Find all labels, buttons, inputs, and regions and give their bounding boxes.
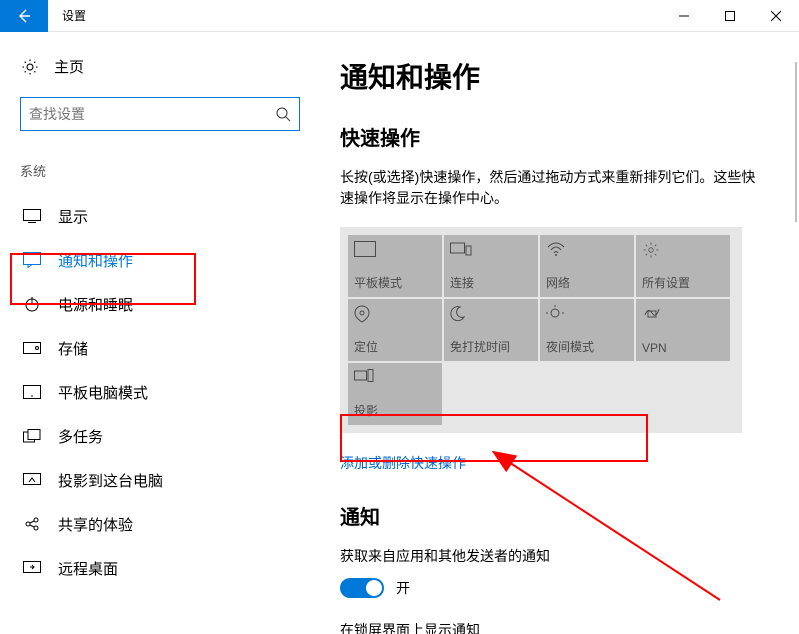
sidebar: 主页 系统 显示 通知和操作 电源和睡眠 存储 [0,32,310,634]
vertical-scrollbar[interactable] [787,32,799,634]
nav-label: 通知和操作 [58,250,133,271]
tile-label: 网络 [546,274,628,291]
notifications-desc: 获取来自应用和其他发送者的通知 [340,546,769,566]
tiles-grid: 平板模式 连接 网络 所有设置 定位 [348,235,734,425]
nav-item-shared[interactable]: 共享的体验 [20,502,310,546]
search-input[interactable] [20,97,300,131]
tile-label: 所有设置 [642,274,724,291]
power-icon [22,294,42,314]
section-label: 系统 [20,161,310,180]
tile-label: 免打扰时间 [450,338,532,355]
gear-icon [20,57,40,77]
nav-item-display[interactable]: 显示 [20,194,310,238]
network-icon [546,241,628,261]
tile-vpn[interactable]: VPN [636,299,730,361]
home-label: 主页 [54,56,84,77]
nav-item-tablet[interactable]: 平板电脑模式 [20,370,310,414]
maximize-button[interactable] [707,0,753,32]
notifications-toggle[interactable] [340,578,384,598]
nav-label: 多任务 [58,426,103,447]
nav-label: 投影到这台电脑 [58,470,163,491]
connect-icon [450,241,532,261]
close-button[interactable] [753,0,799,32]
tile-label: 平板模式 [354,274,436,291]
minimize-button[interactable] [661,0,707,32]
notifications-icon [22,250,42,270]
tile-all-settings[interactable]: 所有设置 [636,235,730,297]
location-icon [354,305,436,325]
nav-item-project[interactable]: 投影到这台电脑 [20,458,310,502]
add-remove-quick-actions-link[interactable]: 添加或删除快速操作 [340,453,466,473]
nav-label: 电源和睡眠 [58,294,133,315]
scrollbar-thumb[interactable] [795,62,797,222]
window-controls [661,0,799,32]
tile-network[interactable]: 网络 [540,235,634,297]
storage-icon [22,338,42,358]
back-arrow-icon [16,8,32,24]
tile-label: VPN [642,341,724,355]
window-title: 设置 [48,7,86,24]
toggle-label: 开 [396,578,410,598]
multitask-icon [22,426,42,446]
nav-label: 平板电脑模式 [58,382,148,403]
tile-night-light[interactable]: 夜间模式 [540,299,634,361]
tile-project[interactable]: 投影 [348,363,442,425]
tile-tablet-mode[interactable]: 平板模式 [348,235,442,297]
tablet-mode-icon [354,241,436,261]
project-icon [354,369,436,389]
quick-actions-desc: 长按(或选择)快速操作，然后通过拖动方式来重新排列它们。这些快速操作将显示在操作… [340,167,760,209]
nav-label: 显示 [58,206,88,227]
titlebar: 设置 [0,0,799,32]
notifications-toggle-row: 开 [340,578,769,598]
nav-item-remote[interactable]: 远程桌面 [20,546,310,590]
tile-label: 投影 [354,402,436,419]
nav-label: 共享的体验 [58,514,133,535]
nav-label: 远程桌面 [58,558,118,579]
page-title: 通知和操作 [340,56,769,96]
tile-connect[interactable]: 连接 [444,235,538,297]
nav-item-power[interactable]: 电源和睡眠 [20,282,310,326]
vpn-icon [642,305,724,325]
tiles-panel: 平板模式 连接 网络 所有设置 定位 [340,227,742,433]
shared-icon [22,514,42,534]
nav-label: 存储 [58,338,88,359]
nav-item-notifications[interactable]: 通知和操作 [20,238,310,282]
quick-actions-heading: 快速操作 [340,122,769,151]
tile-quiet-hours[interactable]: 免打扰时间 [444,299,538,361]
search-icon [275,106,291,122]
gear-icon [642,241,724,261]
tile-label: 定位 [354,338,436,355]
lock-screen-notify-label: 在锁屏界面上显示通知 [340,620,769,634]
tile-location[interactable]: 定位 [348,299,442,361]
home-button[interactable]: 主页 [20,56,310,77]
notifications-heading: 通知 [340,501,769,530]
nav-list: 显示 通知和操作 电源和睡眠 存储 平板电脑模式 多任务 [20,194,310,590]
remote-icon [22,558,42,578]
night-light-icon [546,305,628,325]
display-icon [22,206,42,226]
moon-icon [450,305,532,325]
back-button[interactable] [0,0,48,32]
tablet-icon [22,382,42,402]
main-panel: 通知和操作 快速操作 长按(或选择)快速操作，然后通过拖动方式来重新排列它们。这… [310,32,799,634]
tile-label: 连接 [450,274,532,291]
nav-item-storage[interactable]: 存储 [20,326,310,370]
search-field[interactable] [29,106,275,122]
nav-item-multitask[interactable]: 多任务 [20,414,310,458]
tile-label: 夜间模式 [546,338,628,355]
project-icon [22,470,42,490]
